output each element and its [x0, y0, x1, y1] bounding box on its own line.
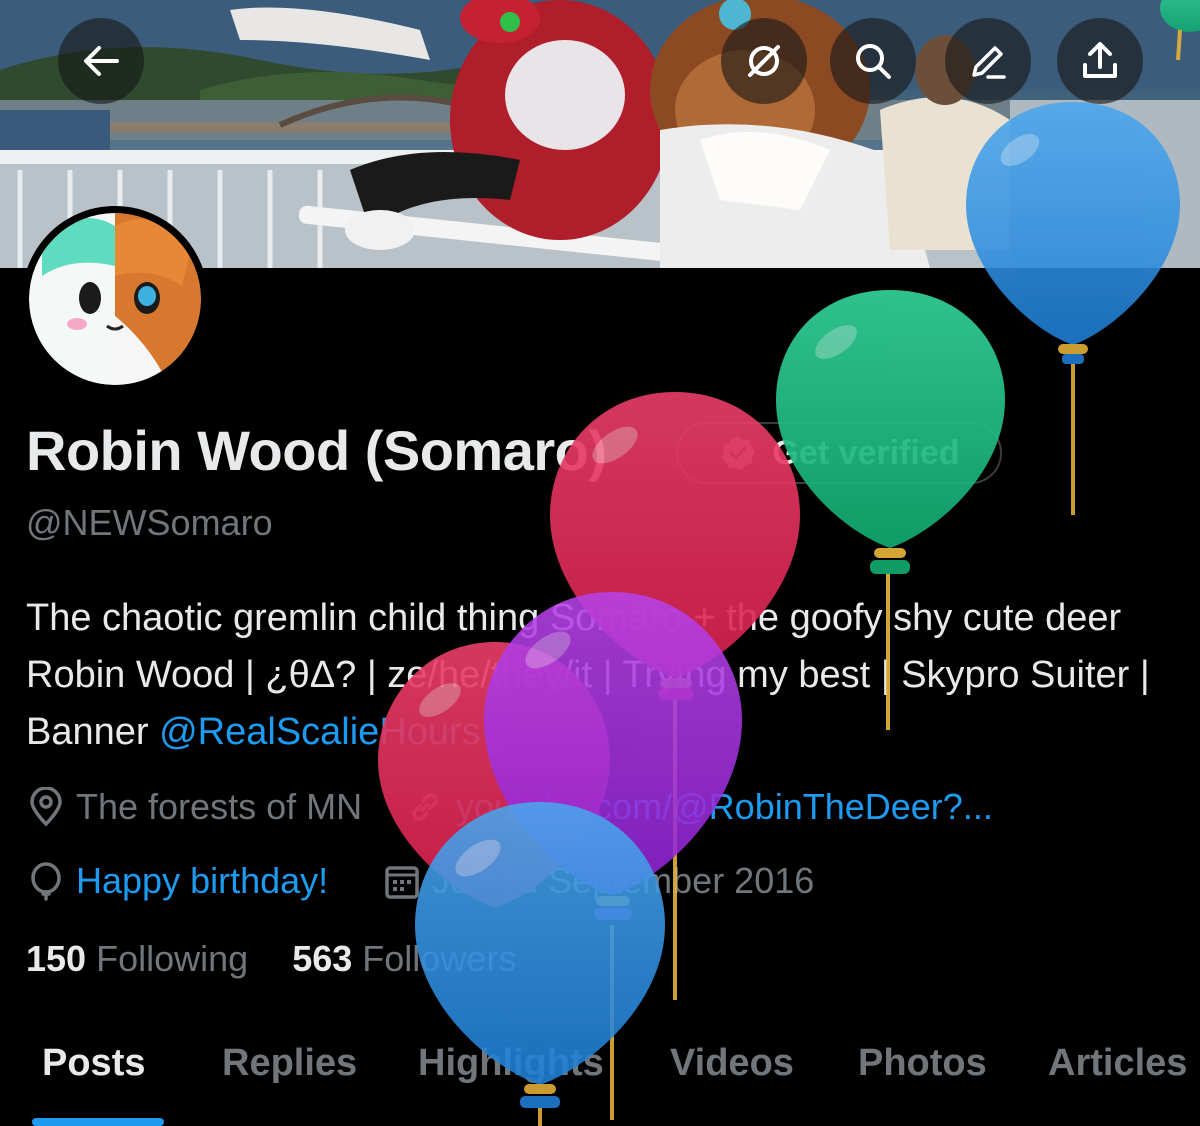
avatar-image: [23, 207, 207, 391]
link-icon: [412, 793, 438, 821]
followers-label: Followers: [362, 938, 517, 979]
profile-location: The forests of MN: [28, 786, 362, 828]
followers-link[interactable]: 563 Followers: [292, 938, 516, 979]
following-link[interactable]: 150 Following: [26, 938, 248, 979]
following-count: 150: [26, 938, 87, 979]
no-sync-icon: [748, 45, 780, 77]
active-tab-indicator: [32, 1118, 164, 1126]
location-text: The forests of MN: [76, 786, 363, 827]
arrow-left-icon: [84, 46, 119, 76]
share-icon: [1083, 42, 1117, 78]
get-verified-label: Get verified: [772, 433, 960, 472]
follow-counts: 150 Following 563 Followers: [26, 938, 516, 980]
tab-highlights[interactable]: Highlights: [418, 1042, 604, 1085]
tab-replies[interactable]: Replies: [222, 1042, 357, 1085]
joined-text: Joined September 2016: [432, 860, 815, 901]
tab-articles[interactable]: Articles: [1048, 1042, 1187, 1085]
profile-name: Robin Wood (Somaro): [26, 419, 607, 482]
get-verified-button[interactable]: Get verified: [676, 422, 1002, 484]
search-icon: [856, 44, 891, 79]
tab-videos[interactable]: Videos: [670, 1042, 794, 1085]
profile-joined: Joined September 2016: [384, 860, 814, 902]
calendar-icon: [385, 866, 419, 899]
profile-bio: The chaotic gremlin child thing Somaro +…: [26, 590, 1176, 761]
verified-badge-icon: [721, 436, 756, 470]
edit-button[interactable]: [945, 18, 1031, 104]
search-button[interactable]: [830, 18, 916, 104]
tab-photos[interactable]: Photos: [858, 1042, 987, 1085]
profile-birthday: Happy birthday!: [28, 860, 328, 902]
website-link[interactable]: youtube.com/@RobinTheDeer?...: [456, 786, 993, 828]
bio-mention-link[interactable]: @RealScalieHours: [159, 711, 481, 753]
balloon-icon: [31, 862, 61, 901]
edit-icon: [972, 46, 1006, 79]
share-button[interactable]: [1057, 18, 1143, 104]
profile-banner[interactable]: [0, 0, 1200, 268]
profile-website[interactable]: youtube.com/@RobinTheDeer?...: [406, 786, 993, 828]
birthday-text[interactable]: Happy birthday!: [76, 860, 328, 902]
tab-posts[interactable]: Posts: [42, 1042, 145, 1085]
mute-button[interactable]: [721, 18, 807, 104]
profile-handle: @NEWSomaro: [26, 502, 273, 543]
following-label: Following: [96, 938, 249, 979]
profile-avatar[interactable]: [22, 206, 208, 392]
location-pin-icon: [30, 787, 62, 827]
back-button[interactable]: [58, 18, 144, 104]
followers-count: 563: [292, 938, 353, 979]
